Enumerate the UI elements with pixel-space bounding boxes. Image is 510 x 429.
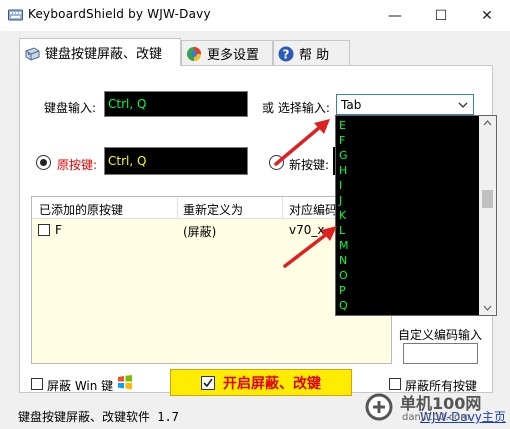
option-g[interactable]: G [339, 148, 348, 163]
watermark: 单机100网 danji100.com [362, 390, 510, 429]
start-shield-checkbox [201, 375, 215, 390]
dropdown-scrollbar[interactable] [479, 116, 496, 315]
row-key: F [55, 223, 62, 237]
watermark-text: 单机100网 [400, 394, 482, 413]
option-f[interactable]: F [339, 133, 345, 148]
block-win-checkbox[interactable] [31, 378, 43, 390]
window-title: KeyboardShield by WJW-Davy [28, 7, 211, 21]
row-redefine: (屏蔽) [183, 225, 217, 239]
minimize-button[interactable]: — [372, 0, 418, 31]
column-divider [177, 197, 178, 219]
row-checkbox[interactable] [38, 224, 50, 236]
custom-code-input[interactable] [403, 343, 478, 364]
option-h[interactable]: H [339, 163, 347, 178]
watermark-url: danji100.com [402, 412, 470, 423]
help-icon: ? [278, 46, 294, 61]
status-bar-text: 键盘按键屏蔽、改键软件 1.7 [18, 410, 179, 424]
app-window: KeyboardShield by WJW-Davy — ☐ ✕ 键盘按键屏蔽、… [0, 0, 510, 429]
start-shield-label: 开启屏蔽、改键 [223, 375, 321, 392]
option-e[interactable]: E [339, 118, 346, 133]
tab-key-shield[interactable]: 键盘按键屏蔽、改键 [19, 38, 181, 66]
keyboard-input-label: 键盘输入: [44, 101, 97, 115]
scroll-up-icon[interactable] [483, 120, 492, 126]
radio-circle [36, 155, 51, 170]
option-p[interactable]: P [339, 283, 346, 298]
checkmark-icon [203, 378, 213, 387]
annotation-arrow-bottom [283, 226, 337, 268]
custom-code-label: 自定义编码输入 [398, 328, 483, 342]
windows-logo-icon [118, 375, 132, 390]
key-options-list[interactable]: E F G H I J K L M N O P Q [335, 115, 497, 316]
tab-label: 键盘按键屏蔽、改键 [45, 47, 163, 62]
close-button[interactable]: ✕ [464, 0, 510, 31]
watermark-plus-icon [365, 393, 393, 421]
selected-key: Tab [341, 97, 362, 112]
option-i[interactable]: I [339, 178, 342, 193]
option-q[interactable]: Q [339, 298, 348, 313]
keyboard-icon [25, 46, 40, 61]
block-all-checkbox[interactable] [389, 378, 401, 390]
tab-label: 帮 助 [299, 48, 330, 63]
original-key-field[interactable]: Ctrl, Q [104, 147, 248, 175]
tab-more-settings[interactable]: 更多设置 [181, 40, 273, 66]
start-shield-button[interactable]: 开启屏蔽、改键 [170, 369, 352, 396]
annotation-arrow-top [274, 119, 330, 166]
column-divider [282, 197, 283, 219]
settings-globe-icon [187, 46, 201, 61]
scroll-down-icon[interactable] [483, 305, 492, 311]
block-win-label: 屏蔽 Win 键 [47, 379, 114, 393]
column-header-redefine[interactable]: 重新定义为 [183, 201, 243, 218]
original-key-label: 原按键: [57, 158, 98, 172]
keyboard-input-field[interactable]: Ctrl, Q [104, 91, 248, 117]
app-keyboard-icon [8, 9, 23, 21]
maximize-button[interactable]: ☐ [418, 0, 464, 31]
column-header-original-key[interactable]: 已添加的原按键 [39, 201, 123, 218]
option-j[interactable]: J [339, 193, 342, 208]
title-bar: KeyboardShield by WJW-Davy — ☐ ✕ [0, 0, 510, 31]
key-select-dropdown[interactable]: Tab [336, 94, 474, 115]
tab-label: 更多设置 [207, 48, 260, 63]
column-header-code[interactable]: 对应编码 [289, 201, 337, 218]
svg-text:?: ? [283, 47, 290, 61]
chevron-down-icon [458, 102, 468, 108]
original-key-radio[interactable] [36, 155, 55, 170]
tab-help[interactable]: ? 帮 助 [273, 40, 350, 66]
scroll-thumb[interactable] [482, 190, 493, 208]
